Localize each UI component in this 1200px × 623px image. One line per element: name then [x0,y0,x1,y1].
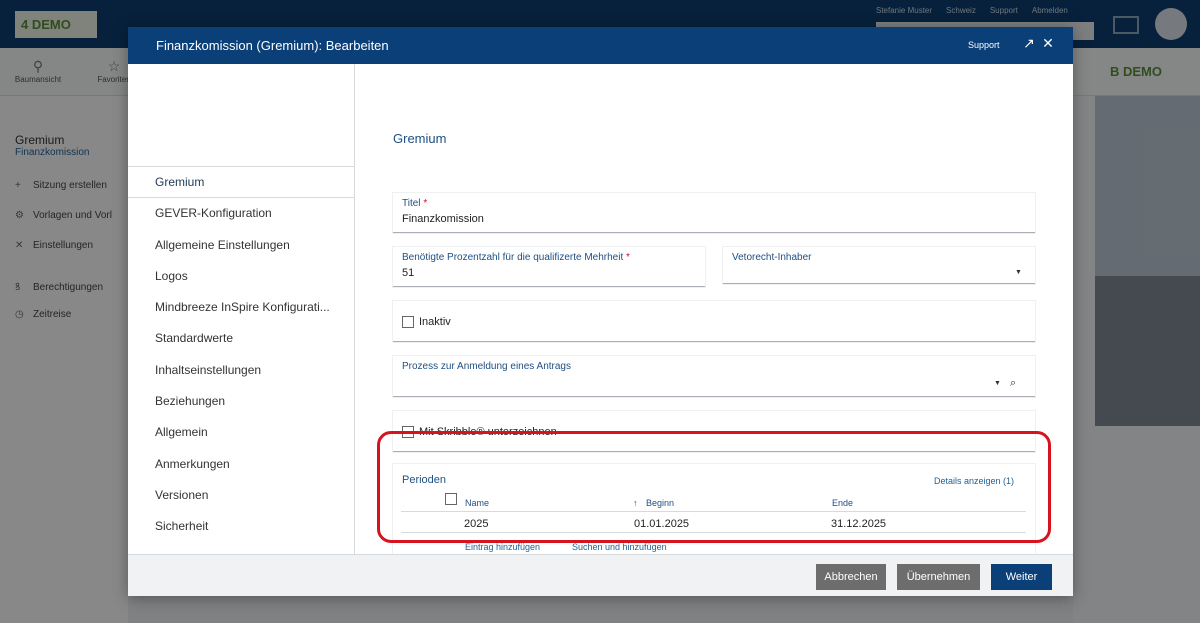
sidebar-item-allgemein[interactable]: Allgemein [128,417,354,448]
chevron-down-icon[interactable]: ▼ [1015,269,1022,276]
sidebar-item-inhaltseinstellungen[interactable]: Inhaltseinstellungen [128,355,354,386]
add-entry-link[interactable]: Eintrag hinzufügen [465,542,540,552]
dialog-sidebar: Gremium GEVER-Konfiguration Allgemeine E… [128,64,355,554]
sidebar-item-standardwerte[interactable]: Standardwerte [128,323,354,354]
vetorecht-label: Vetorecht-Inhaber [732,252,812,263]
edit-dialog: Finanzkomission (Gremium): Bearbeiten Su… [128,27,1073,596]
inaktiv-field: Inaktiv [393,301,1035,342]
sidebar-item-gremium[interactable]: Gremium [128,167,354,199]
dialog-title: Finanzkomission (Gremium): Bearbeiten [156,38,389,53]
prozess-field[interactable]: Prozess zur Anmeldung eines Antrags ▼ ⌕ [393,356,1035,397]
close-icon[interactable]: ✕ [1040,35,1056,52]
next-button[interactable]: Weiter [991,564,1052,590]
inaktiv-checkbox[interactable] [402,316,414,328]
search-icon[interactable]: ⌕ [1010,377,1016,390]
prozent-field[interactable]: Benötigte Prozentzahl für die qualifizer… [393,247,705,287]
sidebar-item-anmerkungen[interactable]: Anmerkungen [128,449,354,480]
chevron-down-icon[interactable]: ▼ [994,380,1001,387]
apply-button[interactable]: Übernehmen [897,564,980,590]
sidebar-item-gever[interactable]: GEVER-Konfiguration [128,198,354,229]
required-marker: * [626,252,630,263]
prozess-label: Prozess zur Anmeldung eines Antrags [402,361,571,372]
highlight-annotation [377,431,1051,543]
prozent-input[interactable]: 51 [402,267,414,279]
dialog-footer: Abbrechen Übernehmen Weiter [128,554,1073,596]
dialog-header: Finanzkomission (Gremium): Bearbeiten Su… [128,27,1073,64]
titel-label: Titel * [402,198,427,209]
titel-input[interactable]: Finanzkomission [402,213,484,225]
section-title: Gremium [393,131,447,146]
cancel-button[interactable]: Abbrechen [816,564,886,590]
inaktiv-label[interactable]: Inaktiv [419,316,451,328]
sidebar-item-mindbreeze[interactable]: Mindbreeze InSpire Konfigurati... [128,292,354,323]
titel-field[interactable]: Titel * Finanzkomission [393,193,1035,233]
sidebar-item-beziehungen[interactable]: Beziehungen [128,386,354,417]
search-add-link[interactable]: Suchen und hinzufügen [572,542,667,552]
sidebar-item-logos[interactable]: Logos [128,261,354,292]
titel-label-text: Titel [402,198,421,209]
sidebar-item-allgemeine-einstellungen[interactable]: Allgemeine Einstellungen [128,230,354,261]
required-marker: * [423,198,428,209]
prozent-label: Benötigte Prozentzahl für die qualifizer… [402,252,630,263]
support-link[interactable]: Support [968,40,1000,50]
expand-icon[interactable]: ↗ [1021,35,1037,52]
vetorecht-field[interactable]: Vetorecht-Inhaber ▼ [723,247,1035,284]
sidebar-spacer [128,64,354,167]
prozent-label-text: Benötigte Prozentzahl für die qualifizer… [402,252,624,263]
sidebar-item-sicherheit[interactable]: Sicherheit [128,511,354,542]
sidebar-item-versionen[interactable]: Versionen [128,480,354,511]
